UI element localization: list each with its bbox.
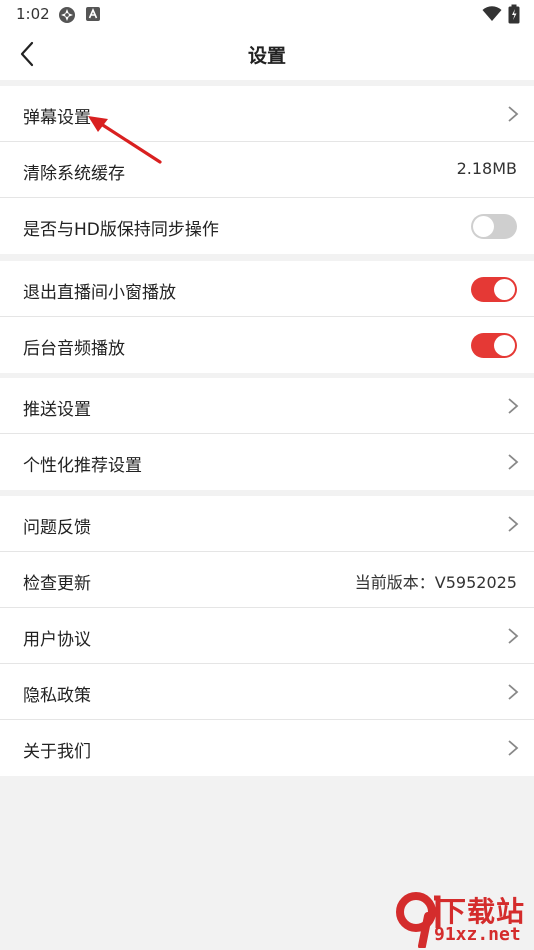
- settings-group-about: 问题反馈 检查更新 当前版本：V5952025 用户协议 隐私政策 关于我们: [0, 496, 534, 776]
- chevron-right-icon: [508, 628, 519, 644]
- chevron-right-icon: [508, 684, 519, 700]
- danmaku-settings-row[interactable]: 弹幕设置: [0, 86, 534, 142]
- row-label: 是否与HD版保持同步操作: [23, 220, 219, 240]
- privacy-policy-row[interactable]: 隐私政策: [0, 664, 534, 720]
- chevron-right-icon: [508, 398, 519, 414]
- row-label: 后台音频播放: [23, 339, 125, 359]
- row-label: 个性化推荐设置: [23, 456, 142, 476]
- cache-size-value: 2.18MB: [456, 159, 517, 178]
- toggle-knob: [494, 335, 515, 356]
- chevron-right-icon: [508, 454, 519, 470]
- row-label: 隐私政策: [23, 686, 91, 706]
- annotation-arrow-icon: [88, 116, 162, 164]
- row-label: 弹幕设置: [23, 108, 91, 128]
- settings-group-push: 推送设置 个性化推荐设置: [0, 378, 534, 490]
- a-badge-icon: [86, 7, 100, 21]
- settings-group-playback: 退出直播间小窗播放 后台音频播放: [0, 261, 534, 373]
- clear-cache-row[interactable]: 清除系统缓存 2.18MB: [0, 142, 534, 198]
- chevron-right-icon: [508, 516, 519, 532]
- hd-sync-toggle[interactable]: [471, 214, 517, 239]
- pip-exit-toggle[interactable]: [471, 277, 517, 302]
- row-label: 问题反馈: [23, 518, 91, 538]
- check-update-row[interactable]: 检查更新 当前版本：V5952025: [0, 552, 534, 608]
- status-bar: 1:02: [0, 0, 534, 28]
- personalized-recommendation-row[interactable]: 个性化推荐设置: [0, 434, 534, 490]
- row-label: 关于我们: [23, 742, 91, 762]
- status-time: 1:02: [16, 5, 50, 23]
- background-audio-row: 后台音频播放: [0, 317, 534, 373]
- toggle-knob: [494, 279, 515, 300]
- about-us-row[interactable]: 关于我们: [0, 720, 534, 776]
- hd-sync-row: 是否与HD版保持同步操作: [0, 198, 534, 254]
- pip-exit-row: 退出直播间小窗播放: [0, 261, 534, 317]
- navigation-bar: 设置: [0, 28, 534, 80]
- page-title: 设置: [247, 45, 286, 67]
- row-label: 用户协议: [23, 630, 91, 650]
- site-watermark: 下载站 91xz.net: [392, 888, 534, 948]
- wifi-icon: [482, 6, 502, 21]
- chevron-right-icon: [508, 740, 519, 756]
- app-notification-icon: [59, 7, 75, 23]
- toggle-knob: [473, 216, 494, 237]
- settings-group-general: 弹幕设置 清除系统缓存 2.18MB 是否与HD版保持同步操作: [0, 86, 534, 254]
- watermark-site: 91xz.net: [434, 924, 521, 945]
- user-agreement-row[interactable]: 用户协议: [0, 608, 534, 664]
- row-label: 推送设置: [23, 400, 91, 420]
- background-audio-toggle[interactable]: [471, 333, 517, 358]
- feedback-row[interactable]: 问题反馈: [0, 496, 534, 552]
- chevron-right-icon: [508, 106, 519, 122]
- current-version-value: 当前版本：V5952025: [354, 573, 517, 592]
- row-label: 退出直播间小窗播放: [23, 283, 176, 303]
- push-settings-row[interactable]: 推送设置: [0, 378, 534, 434]
- row-label: 检查更新: [23, 574, 91, 594]
- battery-icon: [508, 4, 520, 24]
